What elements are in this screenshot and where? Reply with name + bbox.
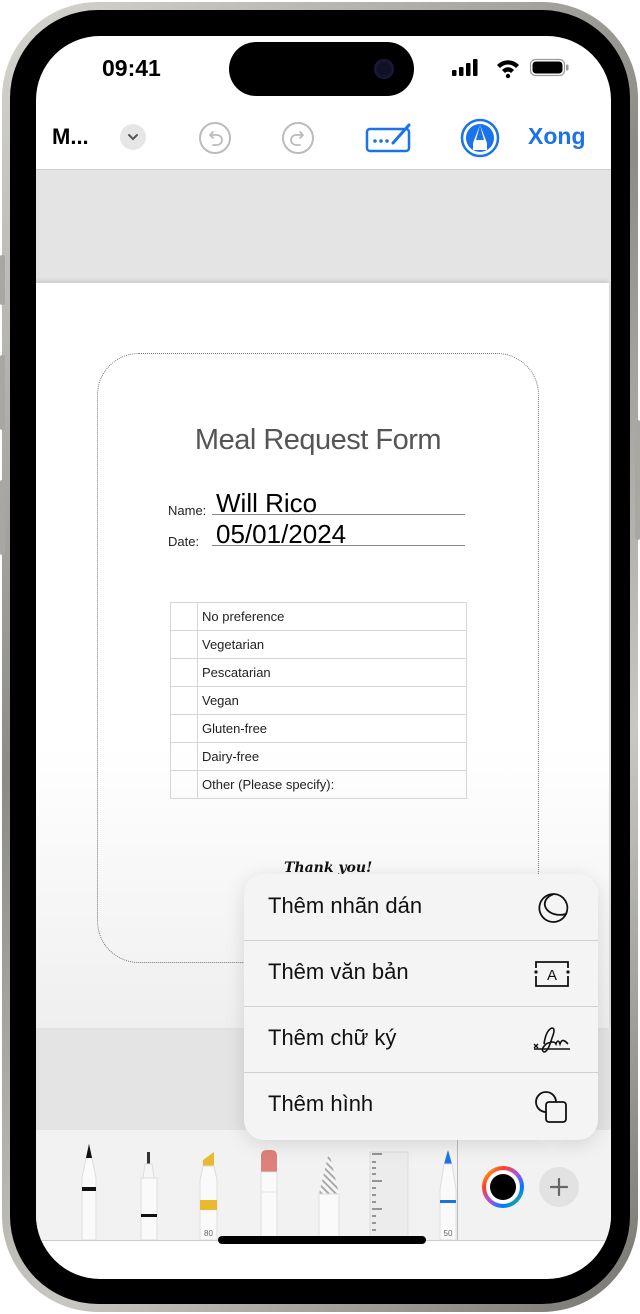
shapes-icon bbox=[535, 1091, 567, 1123]
pencil-icon[interactable]: 50 bbox=[434, 1150, 458, 1240]
table-row: Dairy-free bbox=[170, 742, 467, 771]
menu-item-add-text[interactable]: Thêm văn bản A bbox=[244, 940, 598, 1007]
option-label: Dairy-free bbox=[197, 742, 467, 771]
checkbox-cell[interactable] bbox=[170, 770, 198, 799]
table-row: Gluten-free bbox=[170, 714, 467, 743]
add-button[interactable] bbox=[539, 1167, 579, 1207]
table-row: No preference bbox=[170, 602, 467, 631]
camera-icon bbox=[374, 59, 394, 79]
checkbox-cell[interactable] bbox=[170, 714, 198, 743]
option-label: Vegan bbox=[197, 686, 467, 715]
document-title[interactable]: M... bbox=[52, 124, 89, 150]
redo-icon[interactable] bbox=[281, 121, 315, 155]
dynamic-island bbox=[229, 42, 414, 96]
option-label: Pescatarian bbox=[197, 658, 467, 687]
screen: 09:41 M... Xong Meal Request Form Name: … bbox=[36, 36, 611, 1279]
table-row: Other (Please specify): bbox=[170, 770, 467, 799]
highlighter-width-label: 80 bbox=[204, 1229, 213, 1238]
date-underline bbox=[212, 545, 465, 546]
menu-item-add-sticker[interactable]: Thêm nhãn dán bbox=[244, 874, 598, 941]
form-title: Meal Request Form bbox=[194, 424, 442, 456]
color-picker-icon[interactable] bbox=[482, 1166, 524, 1208]
option-label: Gluten-free bbox=[197, 714, 467, 743]
battery-icon bbox=[529, 58, 569, 77]
add-menu-popup: Thêm nhãn dán Thêm văn bản A Thêm chữ ký bbox=[244, 874, 598, 1140]
home-indicator[interactable] bbox=[218, 1236, 426, 1244]
menu-item-add-shape[interactable]: Thêm hình bbox=[244, 1072, 598, 1138]
side-button bbox=[635, 420, 640, 540]
menu-item-add-signature[interactable]: Thêm chữ ký bbox=[244, 1006, 598, 1073]
cellular-signal-icon bbox=[452, 59, 478, 76]
checkbox-cell[interactable] bbox=[170, 602, 198, 631]
markup-pen-icon[interactable] bbox=[460, 118, 500, 158]
meal-options-table: No preference Vegetarian Pescatarian Veg… bbox=[170, 602, 467, 799]
tray-divider bbox=[457, 1140, 458, 1240]
checkbox-cell[interactable] bbox=[170, 686, 198, 715]
name-label: Name: bbox=[168, 503, 207, 518]
menu-item-label: Thêm văn bản bbox=[268, 959, 409, 984]
ruler-icon[interactable] bbox=[368, 1150, 412, 1240]
checkbox-cell[interactable] bbox=[170, 658, 198, 687]
highlighter-icon[interactable]: 80 bbox=[192, 1150, 226, 1240]
sticker-icon bbox=[538, 893, 569, 923]
option-label: Other (Please specify): bbox=[197, 770, 467, 799]
pencil-width-label: 50 bbox=[444, 1229, 453, 1238]
volume-down-button bbox=[0, 480, 5, 555]
svg-text:A: A bbox=[547, 967, 557, 984]
done-button[interactable]: Xong bbox=[528, 123, 586, 150]
date-label: Date: bbox=[168, 534, 200, 549]
checkbox-cell[interactable] bbox=[170, 630, 198, 659]
form-card: Meal Request Form Name: Will Rico Date: … bbox=[97, 353, 539, 963]
fineliner-icon[interactable] bbox=[132, 1150, 166, 1240]
table-row: Pescatarian bbox=[170, 658, 467, 687]
status-time: 09:41 bbox=[102, 55, 161, 81]
option-label: No preference bbox=[197, 602, 467, 631]
signature-icon bbox=[533, 1027, 570, 1053]
action-button bbox=[0, 255, 5, 305]
eraser-icon[interactable] bbox=[252, 1150, 286, 1240]
text-box-icon: A bbox=[534, 961, 570, 987]
volume-up-button bbox=[0, 355, 5, 430]
plus-icon bbox=[549, 1177, 569, 1197]
markup-toolbar: M... Xong bbox=[36, 106, 611, 170]
menu-item-label: Thêm hình bbox=[268, 1091, 374, 1116]
menu-item-label: Thêm chữ ký bbox=[268, 1025, 397, 1050]
wifi-icon bbox=[497, 60, 519, 79]
undo-icon[interactable] bbox=[198, 121, 232, 155]
pen-icon[interactable] bbox=[72, 1138, 106, 1240]
lasso-icon[interactable] bbox=[312, 1150, 346, 1240]
tool-tray: 80 50 bbox=[36, 1130, 611, 1241]
status-bar: 09:41 bbox=[36, 36, 611, 106]
keyboard-pencil-icon[interactable] bbox=[365, 119, 415, 155]
table-row: Vegetarian bbox=[170, 630, 467, 659]
checkbox-cell[interactable] bbox=[170, 742, 198, 771]
table-row: Vegan bbox=[170, 686, 467, 715]
name-underline bbox=[212, 514, 465, 515]
menu-item-label: Thêm nhãn dán bbox=[268, 893, 423, 918]
title-menu-button[interactable] bbox=[120, 124, 146, 150]
chevron-down-icon bbox=[128, 134, 138, 141]
status-icons bbox=[452, 58, 569, 79]
option-label: Vegetarian bbox=[197, 630, 467, 659]
